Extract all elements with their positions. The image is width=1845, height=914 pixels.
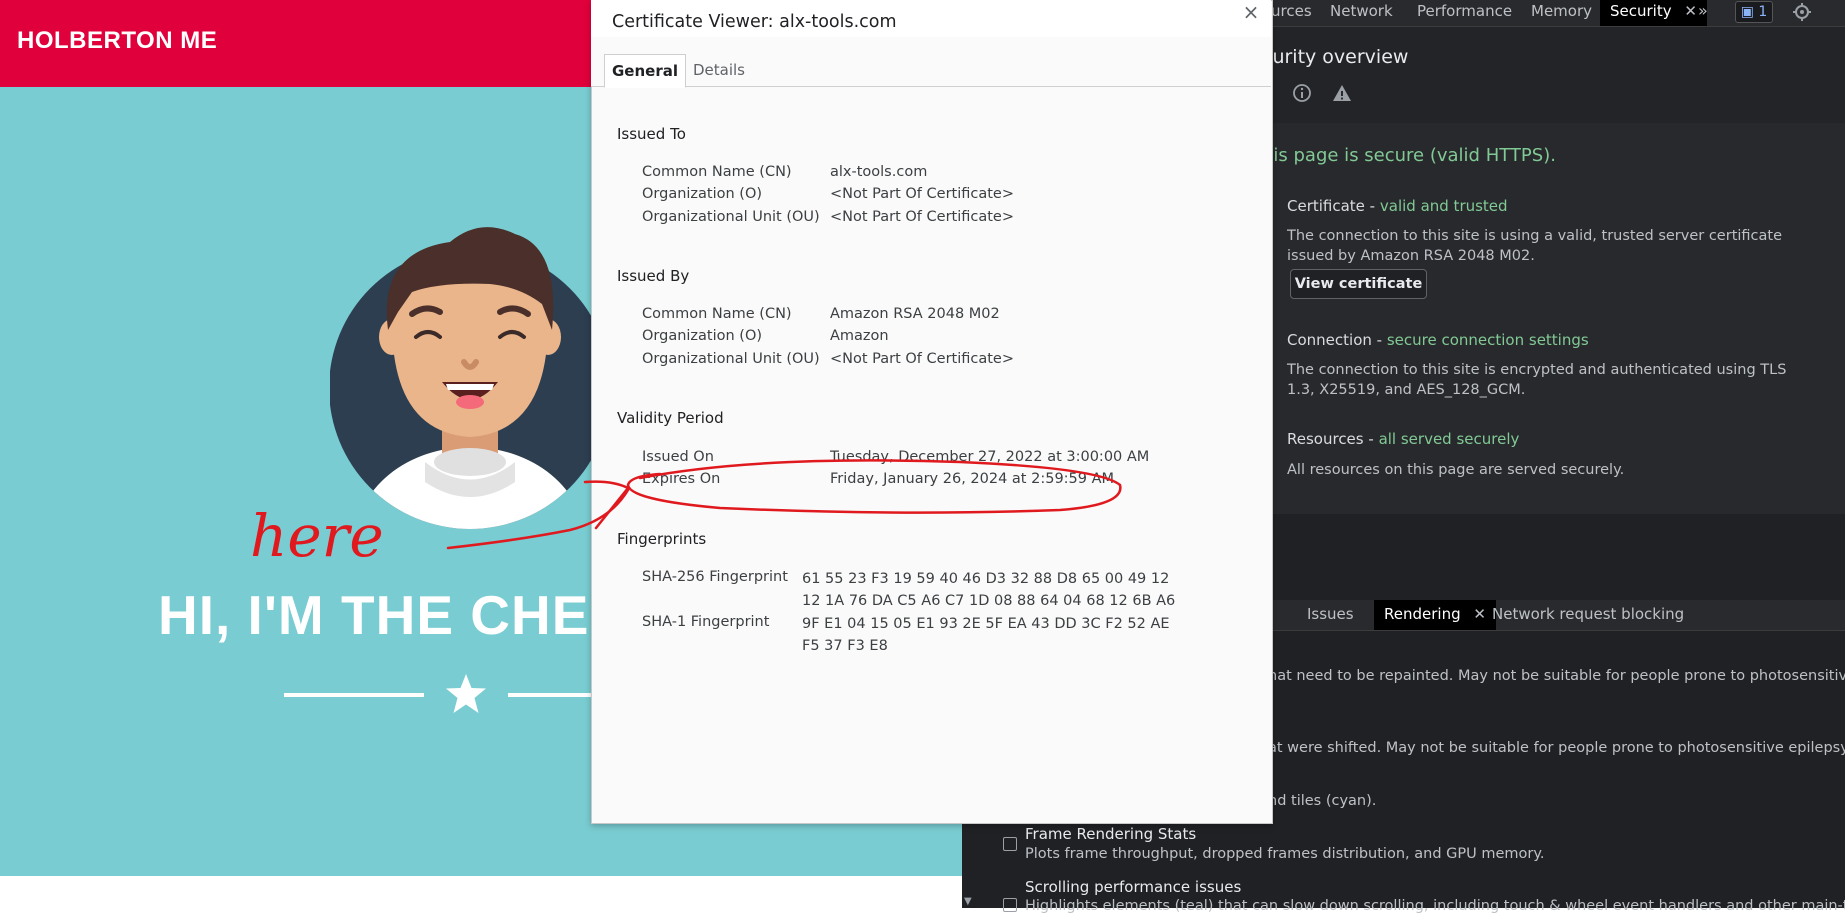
scrolling-performance-label: Scrolling performance issues: [1025, 878, 1242, 896]
issued-by-heading: Issued By: [617, 267, 690, 285]
issues-count: 1: [1758, 4, 1768, 20]
more-tabs-icon[interactable]: »: [1698, 0, 1708, 26]
tab-sources[interactable]: urces: [1271, 0, 1312, 26]
info-icon[interactable]: [1292, 83, 1312, 103]
certificate-description: The connection to this site is using a v…: [1287, 228, 1783, 264]
frame-rendering-stats-checkbox[interactable]: [1003, 837, 1017, 851]
issued-to-o-value: <Not Part Of Certificate>: [830, 186, 1014, 202]
issued-to-heading: Issued To: [617, 125, 686, 143]
avatar-illustration: [330, 227, 610, 529]
layer-borders-description: nd tiles (cyan).: [1268, 793, 1377, 809]
connection-heading: Connection - secure connection settings: [1287, 331, 1589, 349]
frame-rendering-stats-label: Frame Rendering Stats: [1025, 825, 1197, 843]
issued-by-o-value: Amazon: [830, 328, 889, 344]
expires-on-value: Friday, January 26, 2024 at 2:59:59 AM: [830, 471, 1115, 487]
close-icon[interactable]: ✕: [1473, 605, 1486, 623]
warning-icon[interactable]: [1332, 83, 1352, 103]
tab-performance[interactable]: Performance: [1417, 0, 1512, 26]
resources-description: All resources on this page are served se…: [1287, 462, 1625, 478]
security-overview-title: curity overview: [1262, 46, 1409, 68]
secure-status-message: his page is secure (valid HTTPS).: [1262, 145, 1556, 166]
issued-on-label: Issued On: [642, 449, 714, 465]
issues-icon: ▣: [1740, 4, 1754, 20]
issued-by-cn-value: Amazon RSA 2048 M02: [830, 306, 1000, 322]
paint-flashing-description: hat need to be repainted. May not be sui…: [1268, 668, 1845, 684]
hero-title: HI, I'M THE CHE: [158, 584, 590, 646]
layout-shift-description: at were shifted. May not be suitable for…: [1268, 740, 1845, 756]
sha256-label: SHA-256 Fingerprint: [642, 569, 788, 585]
issued-on-value: Tuesday, December 27, 2022 at 3:00:00 AM: [830, 449, 1150, 465]
tab-general[interactable]: General: [604, 54, 686, 88]
resources-heading: Resources - all served securely: [1287, 430, 1519, 448]
sha1-label: SHA-1 Fingerprint: [642, 614, 770, 630]
divider-line-left: [284, 693, 424, 697]
hero-footer: [0, 876, 962, 908]
resources-heading-label: Resources -: [1287, 430, 1379, 448]
certificate-status: valid and trusted: [1379, 197, 1508, 215]
site-logo[interactable]: HOLBERTON ME: [17, 27, 217, 55]
issued-to-o-label: Organization (O): [642, 186, 763, 202]
tab-network[interactable]: Network: [1330, 0, 1393, 26]
connection-heading-label: Connection -: [1287, 331, 1387, 349]
issues-badge[interactable]: ▣ 1: [1735, 1, 1773, 23]
certificate-heading: Certificate - valid and trusted: [1287, 197, 1508, 215]
star-icon: [446, 674, 486, 713]
drawer-tab-network-request-blocking[interactable]: Network request blocking: [1492, 600, 1684, 630]
frame-rendering-stats-description: Plots frame throughput, dropped frames d…: [1025, 846, 1545, 862]
tab-security[interactable]: Security ✕: [1600, 0, 1707, 26]
sha256-line-1: 61 55 23 F3 19 59 40 46 D3 32 88 D8 65 0…: [802, 571, 1170, 587]
validity-heading: Validity Period: [617, 409, 724, 427]
dialog-close-icon[interactable]: ×: [1240, 0, 1262, 24]
scrolling-performance-description: Highlights elements (teal) that can slow…: [1025, 898, 1845, 914]
issued-to-ou-label: Organizational Unit (OU): [642, 209, 820, 225]
issued-to-cn-label: Common Name (CN): [642, 164, 792, 180]
scroll-down-arrow-icon[interactable]: ▼: [964, 896, 972, 907]
expires-on-label: Expires On: [642, 471, 721, 487]
issued-by-cn-label: Common Name (CN): [642, 306, 792, 322]
connection-description: The connection to this site is encrypted…: [1287, 362, 1787, 398]
sha1-line-2: F5 37 F3 E8: [802, 638, 888, 654]
sha1-line-1: 9F E1 04 15 05 E1 93 2E 5F EA 43 DD 3C F…: [802, 616, 1170, 632]
view-certificate-button[interactable]: View certificate: [1290, 269, 1427, 299]
drawer-tab-rendering-label: Rendering: [1384, 605, 1461, 623]
connection-status: secure connection settings: [1386, 331, 1589, 349]
tab-details[interactable]: Details: [689, 54, 749, 86]
sha256-line-2: 12 1A 76 DA C5 A6 C7 1D 08 88 64 04 68 1…: [802, 593, 1176, 609]
close-icon[interactable]: ✕: [1684, 2, 1697, 20]
dialog-title: Certificate Viewer: alx-tools.com: [612, 12, 897, 32]
scrolling-performance-checkbox[interactable]: [1003, 898, 1017, 912]
issued-by-ou-value: <Not Part Of Certificate>: [830, 351, 1014, 367]
tab-memory[interactable]: Memory: [1531, 0, 1592, 26]
gear-icon[interactable]: [1792, 2, 1812, 22]
drawer-tab-issues[interactable]: Issues: [1307, 600, 1354, 630]
issued-to-cn-value: alx-tools.com: [830, 164, 928, 180]
tab-security-label: Security: [1610, 2, 1672, 20]
resources-status: all served securely: [1378, 430, 1520, 448]
fingerprints-heading: Fingerprints: [617, 530, 707, 548]
issued-by-ou-label: Organizational Unit (OU): [642, 351, 820, 367]
issued-to-ou-value: <Not Part Of Certificate>: [830, 209, 1014, 225]
issued-by-o-label: Organization (O): [642, 328, 763, 344]
certificate-heading-label: Certificate -: [1287, 197, 1380, 215]
drawer-tab-rendering[interactable]: Rendering ✕: [1374, 600, 1496, 630]
